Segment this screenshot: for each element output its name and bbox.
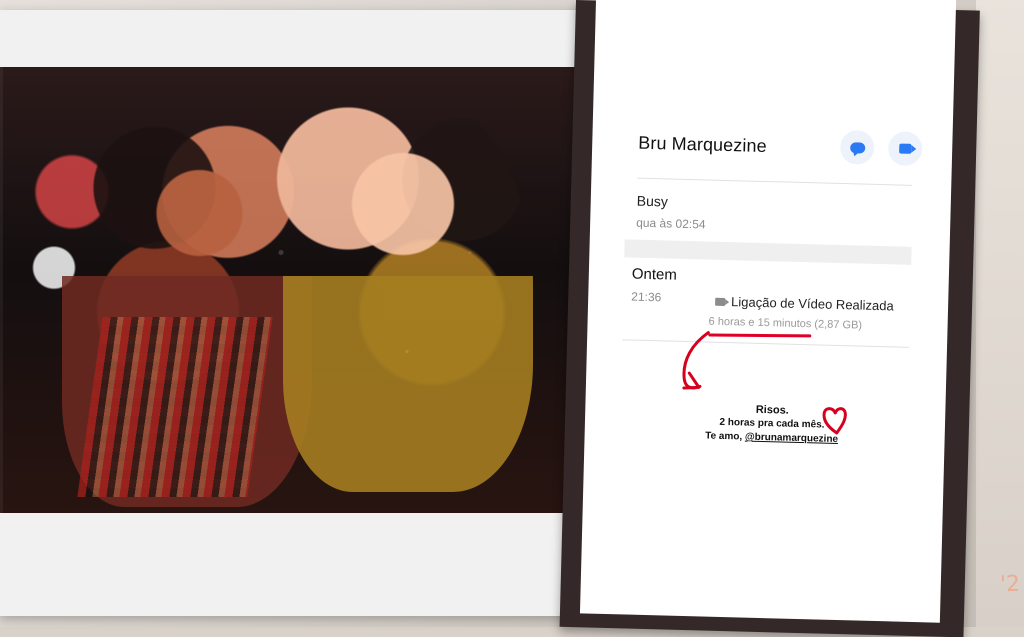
call-time: 21:36 <box>631 289 662 305</box>
contact-name: Bru Marquezine <box>638 132 767 157</box>
status-title: Busy <box>636 192 669 210</box>
red-arrow-icon <box>682 331 710 390</box>
note-line-3-prefix: Te amo, <box>705 430 746 443</box>
video-camera-icon <box>899 143 912 154</box>
faint-date-text: '2 <box>999 571 1021 598</box>
call-type-label: Ligação de Vídeo Realizada <box>730 294 894 314</box>
call-log-row[interactable]: Ligação de Vídeo Realizada <box>715 294 894 314</box>
call-duration-details: 6 horas e 15 minutos (2,87 GB) <box>708 315 863 332</box>
photo-shine-texture <box>155 137 575 467</box>
phone-screenshot-frame: Bru Marquezine Busy qua às 02:54 Ontem 2… <box>559 0 980 637</box>
call-divider <box>622 339 910 348</box>
status-time: qua às 02:54 <box>636 215 706 232</box>
section-separator <box>624 239 912 265</box>
contact-divider <box>637 177 913 186</box>
video-call-icon <box>715 297 726 306</box>
right-paper-edge: '2 <box>976 0 1024 627</box>
red-heart-icon <box>822 407 847 435</box>
photo-image <box>0 67 600 513</box>
polaroid-photo <box>0 10 630 616</box>
call-day-title: Ontem <box>631 265 678 284</box>
video-button[interactable] <box>887 131 923 167</box>
message-icon <box>849 141 865 154</box>
message-button[interactable] <box>839 129 875 165</box>
phone-screen: Bru Marquezine Busy qua às 02:54 Ontem 2… <box>579 0 957 623</box>
